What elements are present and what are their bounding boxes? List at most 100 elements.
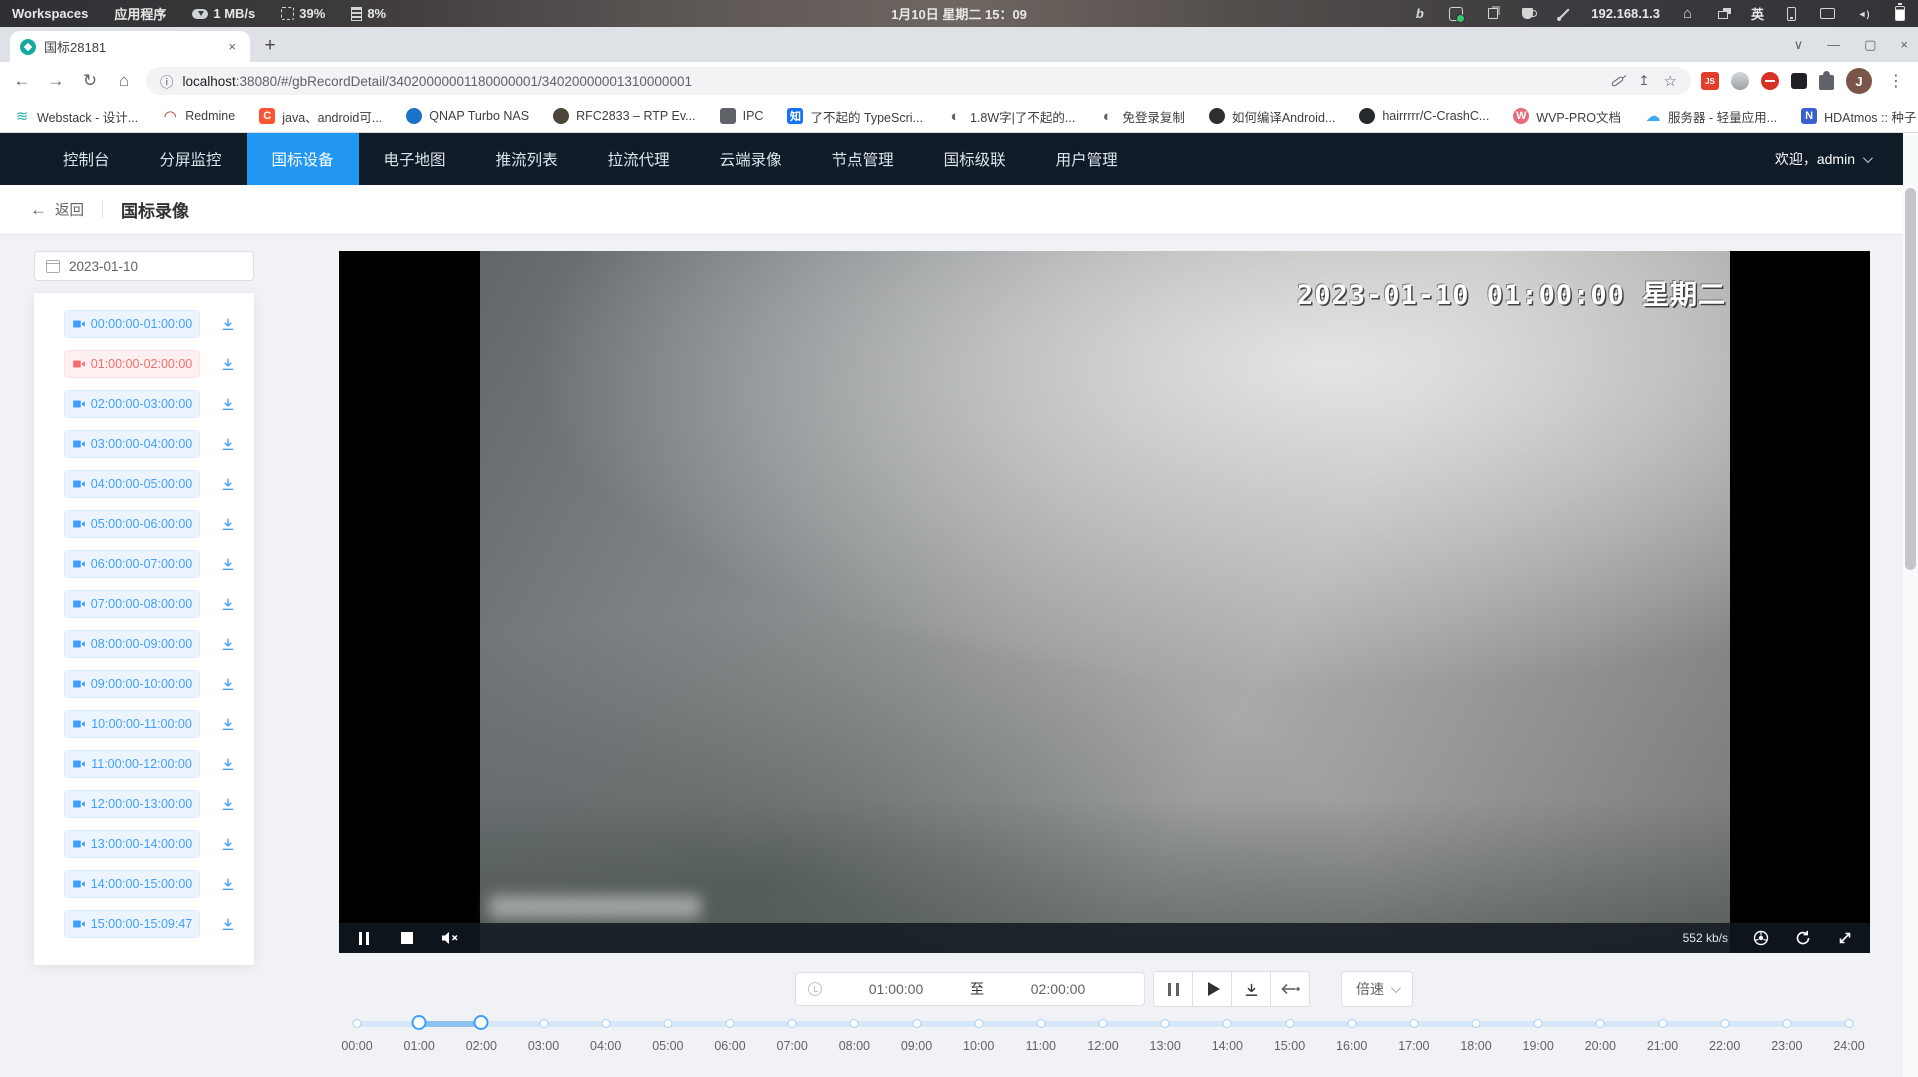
record-time-tag[interactable]: 07:00:00-08:00:00 — [64, 590, 200, 618]
home-icon[interactable]: ⌂ — [1679, 5, 1696, 22]
timeline-slider[interactable]: 00:0001:0002:0003:0004:0005:0006:0007:00… — [357, 1013, 1849, 1059]
tab-search-icon[interactable]: ∨ — [1794, 37, 1804, 53]
download-record-button[interactable] — [220, 796, 236, 812]
record-time-tag[interactable]: 00:00:00-01:00:00 — [64, 310, 200, 338]
home-button[interactable]: ⌂ — [112, 71, 136, 91]
extension-js-icon[interactable]: JS — [1701, 72, 1719, 90]
record-time-tag[interactable]: 14:00:00-15:00:00 — [64, 870, 200, 898]
window-minimize-button[interactable]: — — [1827, 37, 1840, 52]
seek-back-button[interactable] — [1270, 971, 1310, 1007]
forward-button[interactable]: → — [44, 71, 68, 91]
record-time-tag[interactable]: 01:00:00-02:00:00 — [64, 350, 200, 378]
app-nav-tab[interactable]: 推流列表 — [471, 133, 583, 185]
app-nav-tab[interactable]: 国标设备 — [247, 133, 359, 185]
extension-dark-icon[interactable] — [1791, 73, 1807, 89]
date-picker-input[interactable]: 2023-01-10 — [34, 251, 254, 281]
clipboard-manager-icon[interactable] — [1483, 5, 1500, 22]
bookmark-item[interactable]: RFC2833 – RTP Ev... — [553, 108, 696, 124]
fullscreen-icon[interactable] — [1836, 930, 1854, 946]
end-time-value[interactable]: 02:00:00 — [984, 981, 1132, 997]
download-record-button[interactable] — [220, 876, 236, 892]
cpu-indicator[interactable]: 39% — [281, 6, 325, 21]
bookmark-item[interactable]: N HDAtmos :: 种子 *... — [1801, 107, 1918, 126]
browser-menu-icon[interactable]: ⋮ — [1884, 71, 1908, 91]
start-time-value[interactable]: 01:00:00 — [822, 981, 970, 997]
battery-icon[interactable] — [1891, 5, 1908, 22]
window-maximize-button[interactable]: ▢ — [1864, 37, 1876, 53]
app-nav-tab[interactable]: 电子地图 — [359, 133, 471, 185]
record-time-tag[interactable]: 15:00:00-15:09:47 — [64, 910, 200, 938]
clock[interactable]: 1月10日 星期二 15：09 — [891, 4, 1027, 23]
record-time-tag[interactable]: 09:00:00-10:00:00 — [64, 670, 200, 698]
download-record-button[interactable] — [220, 396, 236, 412]
new-tab-button[interactable]: + — [256, 32, 284, 60]
bookmark-item[interactable]: ◠ Redmine — [162, 108, 235, 124]
share-icon[interactable]: ↥ — [1638, 73, 1649, 89]
color-picker-icon[interactable] — [1555, 5, 1572, 22]
download-record-button[interactable] — [220, 516, 236, 532]
workspaces-overview-icon[interactable] — [1715, 5, 1732, 22]
tab-close-icon[interactable]: × — [224, 37, 240, 56]
user-menu[interactable]: 欢迎，admin — [1775, 133, 1918, 185]
app-nav-tab[interactable]: 控制台 — [38, 133, 135, 185]
snapshot-icon[interactable] — [1752, 930, 1770, 946]
record-time-tag[interactable]: 04:00:00-05:00:00 — [64, 470, 200, 498]
network-indicator[interactable]: 1 MB/s — [192, 6, 255, 21]
workspaces-button[interactable]: Workspaces — [12, 6, 88, 21]
download-record-button[interactable] — [220, 756, 236, 772]
record-time-tag[interactable]: 03:00:00-04:00:00 — [64, 430, 200, 458]
player-pause-icon[interactable] — [355, 930, 373, 946]
record-time-tag[interactable]: 02:00:00-03:00:00 — [64, 390, 200, 418]
record-time-tag[interactable]: 13:00:00-14:00:00 — [64, 830, 200, 858]
bookmark-item[interactable]: 如何编译Android... — [1209, 107, 1336, 126]
download-button[interactable] — [1231, 971, 1271, 1007]
record-time-tag[interactable]: 06:00:00-07:00:00 — [64, 550, 200, 578]
page-scrollbar[interactable] — [1903, 133, 1918, 1077]
timeline-handle[interactable] — [474, 1015, 489, 1030]
bookmark-item[interactable]: 知 了不起的 TypeScri... — [787, 107, 923, 126]
bookmark-item[interactable]: W WVP-PRO文档 — [1513, 107, 1621, 126]
video-surface[interactable] — [480, 251, 1730, 953]
bookmark-item[interactable]: C java、android可... — [259, 107, 382, 126]
app-nav-tab[interactable]: 拉流代理 — [583, 133, 695, 185]
download-record-button[interactable] — [220, 316, 236, 332]
download-record-button[interactable] — [220, 916, 236, 932]
app-nav-tab[interactable]: 节点管理 — [807, 133, 919, 185]
timeline-handle[interactable] — [412, 1015, 427, 1030]
input-method-indicator[interactable]: 英 — [1751, 4, 1764, 23]
bookmark-star-icon[interactable]: ☆ — [1664, 72, 1677, 90]
display-icon[interactable] — [1819, 5, 1836, 22]
record-time-tag[interactable]: 10:00:00-11:00:00 — [64, 710, 200, 738]
bookmark-item[interactable]: ☁ 服务器 - 轻量应用... — [1645, 107, 1777, 126]
reload-button[interactable]: ↻ — [78, 71, 102, 91]
extension-adblock-icon[interactable] — [1761, 72, 1779, 90]
window-close-button[interactable]: × — [1900, 37, 1908, 52]
volume-icon[interactable]: ◄) — [1855, 5, 1872, 22]
pause-button[interactable] — [1153, 971, 1193, 1007]
bookmark-item[interactable]: ≋ Webstack - 设计... — [14, 107, 138, 126]
browser-tab[interactable]: 国标28181 × — [10, 31, 250, 62]
record-time-tag[interactable]: 05:00:00-06:00:00 — [64, 510, 200, 538]
caffeine-icon[interactable] — [1519, 5, 1536, 22]
screenshot-app-icon[interactable] — [1447, 5, 1464, 22]
password-key-icon[interactable] — [1611, 75, 1625, 87]
download-record-button[interactable] — [220, 676, 236, 692]
site-info-icon[interactable]: ⓘ — [160, 71, 174, 91]
extensions-puzzle-icon[interactable] — [1819, 75, 1834, 90]
back-button[interactable]: ← — [10, 71, 34, 91]
download-record-button[interactable] — [220, 716, 236, 732]
download-record-button[interactable] — [220, 436, 236, 452]
bookmark-item[interactable]: hairrrrr/C-CrashC... — [1359, 108, 1489, 124]
record-time-tag[interactable]: 12:00:00-13:00:00 — [64, 790, 200, 818]
ip-address[interactable]: 192.168.1.3 — [1591, 6, 1660, 21]
app-nav-tab[interactable]: 用户管理 — [1031, 133, 1143, 185]
time-range-input[interactable]: 01:00:00 至 02:00:00 — [795, 972, 1145, 1006]
download-record-button[interactable] — [220, 836, 236, 852]
bookmark-item[interactable]: ◐ 免登录复制 — [1099, 107, 1185, 126]
memory-indicator[interactable]: 8% — [351, 6, 386, 21]
scrollbar-thumb[interactable] — [1905, 188, 1916, 570]
bookmark-item[interactable]: ◐ 1.8W字|了不起的... — [947, 107, 1075, 126]
applications-menu[interactable]: 应用程序 — [114, 4, 166, 23]
page-back-button[interactable]: ← 返回 — [30, 199, 84, 220]
record-time-tag[interactable]: 08:00:00-09:00:00 — [64, 630, 200, 658]
